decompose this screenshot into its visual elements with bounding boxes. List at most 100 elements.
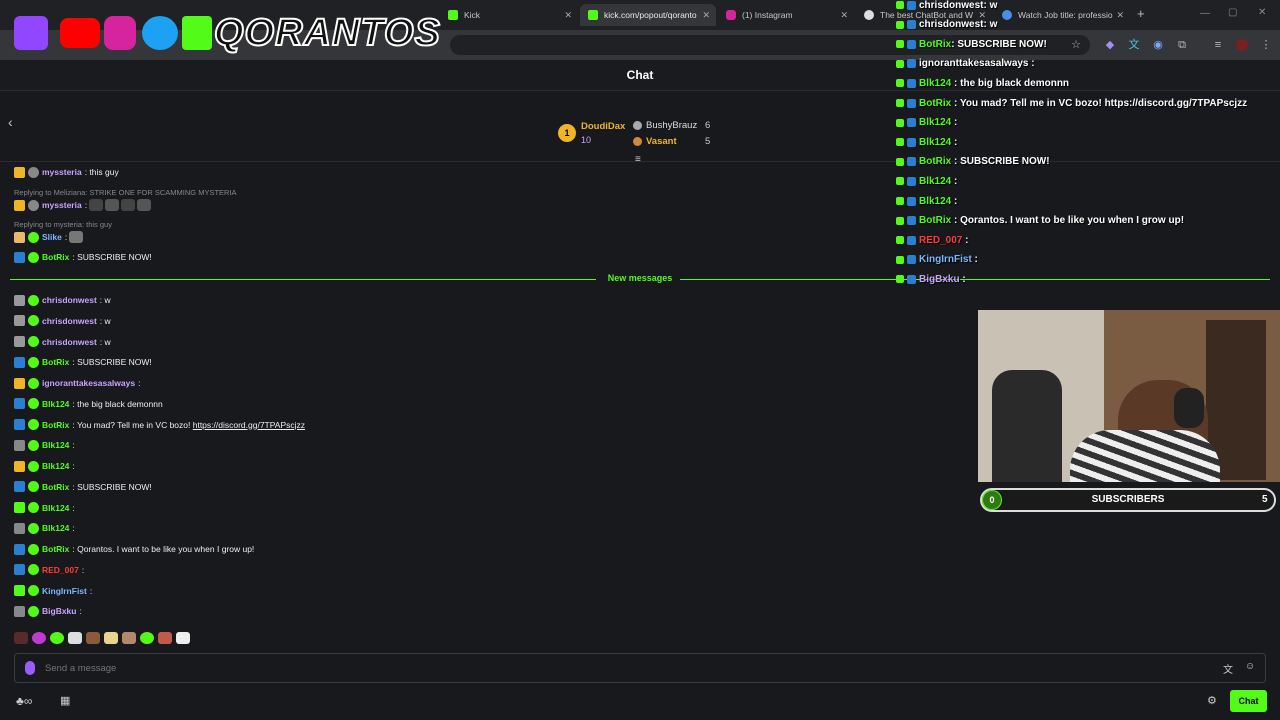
close-icon[interactable]: ✕ xyxy=(1116,10,1124,21)
badge-icon xyxy=(907,157,916,167)
chat-username[interactable]: BotRix xyxy=(42,357,69,367)
overlay-username: ignoranttakesasalways xyxy=(919,58,1029,70)
chat-username[interactable]: ignoranttakesasalways xyxy=(42,378,135,388)
chat-username[interactable]: RED_007 xyxy=(42,565,79,575)
overlay-chat-message: BotRix : Qorantos. I want to be like you… xyxy=(896,212,1184,230)
chat-message: chrisdonwest: w xyxy=(14,292,111,308)
reply-context: Replying to mysteria: this guy xyxy=(14,220,112,229)
chat-username[interactable]: chrisdonwest xyxy=(42,316,97,326)
store-icon[interactable]: ▦ xyxy=(60,694,70,707)
emote[interactable] xyxy=(68,632,82,644)
verified-badge-icon xyxy=(28,336,39,347)
new-tab-button[interactable]: + xyxy=(1137,6,1145,21)
chat-text: : xyxy=(89,585,93,596)
settings-gear-icon[interactable]: ⚙ xyxy=(1207,694,1217,707)
emote[interactable] xyxy=(158,632,172,644)
tab-instagram[interactable]: (1) Instagram ✕ xyxy=(718,4,854,26)
tab-kick-popout[interactable]: kick.com/popout/qoranto ✕ xyxy=(580,4,716,26)
verified-badge-icon xyxy=(28,356,39,368)
chat-username[interactable]: Blk124 xyxy=(42,461,69,471)
audio-icon[interactable]: ◉ xyxy=(1152,39,1164,51)
verified-badge-icon xyxy=(28,502,39,513)
leaderboard-first-count: 10 xyxy=(581,135,592,145)
emote[interactable] xyxy=(140,632,154,644)
verified-badge-icon xyxy=(28,251,39,263)
kick-badge-icon xyxy=(896,236,904,245)
leaderboard-second-name[interactable]: BushyBrauz xyxy=(646,120,697,131)
maximize-button[interactable]: ▢ xyxy=(1228,7,1237,18)
chat-username[interactable]: Slike xyxy=(42,232,62,242)
chat-text: : SUBSCRIBE NOW! xyxy=(72,252,152,262)
badge-icon xyxy=(907,20,916,30)
chat-message: Slike : xyxy=(14,229,84,245)
send-chat-button[interactable]: Chat xyxy=(1230,690,1267,712)
close-window-button[interactable]: ✕ xyxy=(1258,7,1266,18)
emote[interactable] xyxy=(50,632,64,644)
emote[interactable] xyxy=(32,632,46,644)
chat-username[interactable]: Blk124 xyxy=(42,399,69,409)
overlay-chat-message: ignoranttakesasalways : xyxy=(896,55,1035,73)
sidebar-icon[interactable]: ≡ xyxy=(1212,39,1224,51)
emote[interactable] xyxy=(122,632,136,644)
close-icon[interactable]: ✕ xyxy=(564,10,572,21)
chat-message: Blk124: xyxy=(14,520,75,536)
chat-username[interactable]: myssteria xyxy=(42,167,82,177)
leaderboard-third-name[interactable]: Vasant xyxy=(646,136,677,147)
badge-icon xyxy=(907,235,916,245)
emote[interactable] xyxy=(176,632,190,644)
overlay-text: : xyxy=(951,195,958,207)
chat-username[interactable]: BotRix xyxy=(42,544,69,554)
overlay-username: RED_007 xyxy=(919,234,963,246)
badge-icon xyxy=(907,176,916,186)
chat-username[interactable]: BotRix xyxy=(42,252,69,262)
chat-username[interactable]: BotRix xyxy=(42,482,69,492)
chat-username[interactable]: chrisdonwest xyxy=(42,337,97,347)
minimize-button[interactable]: — xyxy=(1200,8,1210,19)
more-menu-icon[interactable]: ⋮ xyxy=(1260,39,1272,51)
gift-badge-icon xyxy=(14,231,25,243)
chat-username[interactable]: KingIrnFist xyxy=(42,586,87,596)
extension-icon[interactable]: ◆ xyxy=(1104,39,1116,51)
close-icon[interactable]: ✕ xyxy=(840,10,848,21)
chat-text: : xyxy=(72,523,75,534)
overlay-text: : the big black demonnn xyxy=(951,77,1070,89)
translate-icon[interactable]: 文 xyxy=(1128,39,1140,51)
puzzle-icon[interactable]: ⧉ xyxy=(1176,39,1188,51)
emoji-icon[interactable]: ☺ xyxy=(1245,661,1255,672)
chat-link[interactable]: https://discord.gg/7TPAPscjzz xyxy=(193,420,305,430)
message-input[interactable] xyxy=(45,659,1205,677)
goal-target: 5 xyxy=(1262,494,1268,505)
emote xyxy=(137,199,152,211)
overlay-username: BotRix xyxy=(919,97,952,109)
leaderboard-first-name[interactable]: DoudiDax xyxy=(581,121,625,132)
expand-icon[interactable]: ≡ xyxy=(635,154,641,165)
tab-watch-job[interactable]: Watch Job title: professio ✕ xyxy=(994,4,1130,26)
microphone-icon[interactable] xyxy=(25,661,35,675)
chat-text: : SUBSCRIBE NOW! xyxy=(72,481,152,492)
chat-username[interactable]: Blk124 xyxy=(42,503,69,513)
star-icon[interactable]: ☆ xyxy=(1070,39,1082,51)
tab-kick[interactable]: Kick ✕ xyxy=(440,4,578,26)
emote[interactable] xyxy=(104,632,118,644)
emote[interactable] xyxy=(14,632,28,644)
overlay-text: : xyxy=(959,273,966,285)
tab-title: Kick xyxy=(464,10,481,20)
chat-username[interactable]: BigBxku xyxy=(42,606,76,616)
kick-badge-icon xyxy=(896,197,904,205)
avatar[interactable] xyxy=(1236,39,1248,51)
crown-badge-icon xyxy=(14,166,25,178)
chat-username[interactable]: BotRix xyxy=(42,420,69,430)
twitter-logo-icon xyxy=(142,16,178,50)
emote[interactable] xyxy=(86,632,100,644)
chevron-left-icon[interactable]: ‹ xyxy=(8,114,13,130)
translate-icon[interactable]: 文 xyxy=(1223,661,1233,676)
chat-username[interactable]: chrisdonwest xyxy=(42,295,97,305)
chat-username[interactable]: myssteria xyxy=(42,200,82,210)
chat-username[interactable]: Blk124 xyxy=(42,523,69,533)
points-icon[interactable]: ♣∞ xyxy=(16,694,32,708)
verified-badge-icon xyxy=(28,460,39,472)
chat-username[interactable]: Blk124 xyxy=(42,440,69,450)
chat-text: : this guy xyxy=(84,167,119,177)
avatar-badge-icon xyxy=(28,199,39,211)
close-icon[interactable]: ✕ xyxy=(702,10,710,21)
